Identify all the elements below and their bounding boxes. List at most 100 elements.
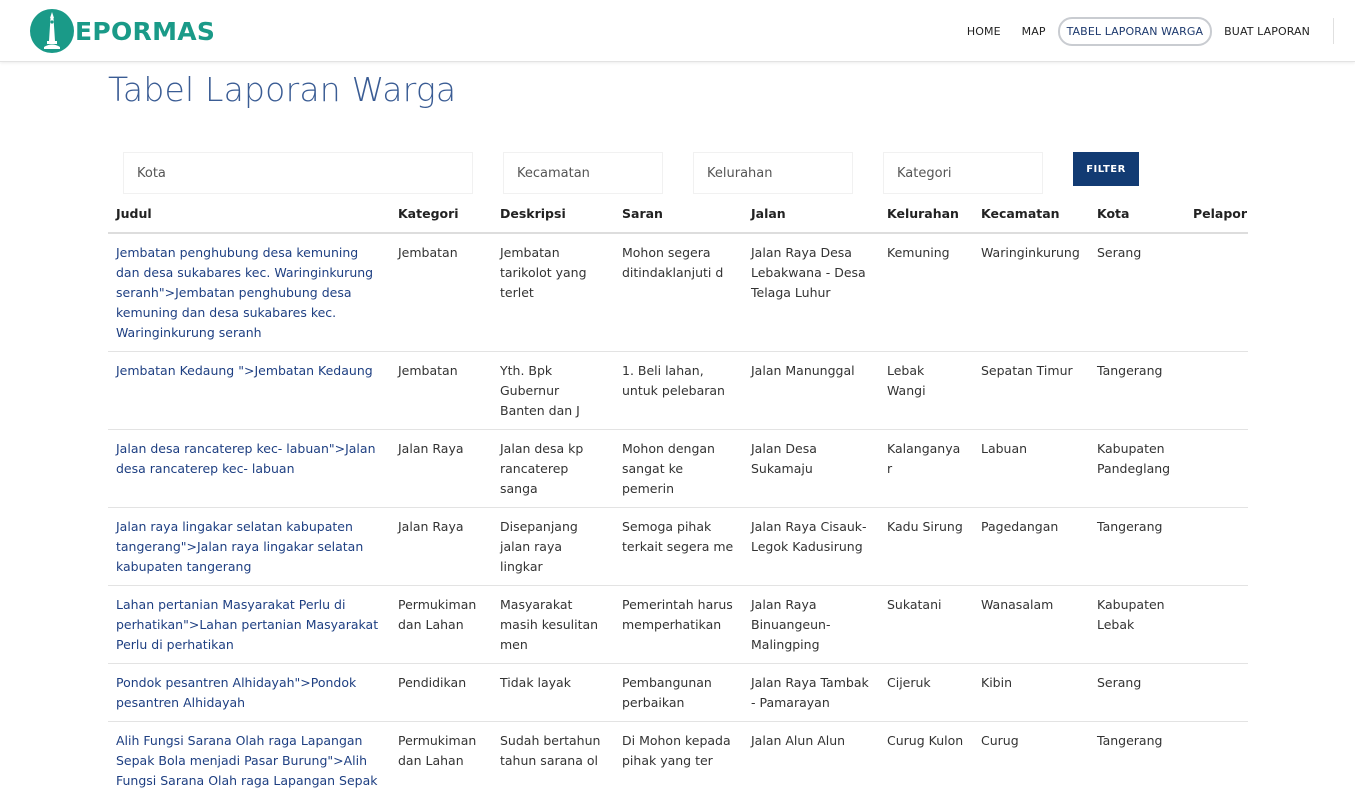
cell-saran: Mohon segera ditindaklanjuti d [614,233,743,352]
header-deskripsi[interactable]: Deskripsi [492,196,614,234]
nav-buat-laporan[interactable]: BUAT LAPORAN [1215,17,1319,46]
header-judul[interactable]: Judul [108,196,390,234]
tower-logo-icon [30,9,74,53]
header-jalan[interactable]: Jalan [743,196,879,234]
cell-kategori: Pendidikan [390,663,492,722]
cell-jalan: Jalan Raya Tambak - Pamarayan [743,663,879,722]
table-row: Pondok pesantren Alhidayah">Pondok pesan… [108,663,1248,722]
cell-kelurahan: Cijeruk [879,663,973,722]
kota-filter-input[interactable] [123,152,473,194]
report-title-link[interactable]: Pondok pesantren Alhidayah">Pondok pesan… [116,675,356,710]
cell-kategori: Jalan Raya [390,507,492,586]
cell-kecamatan: Pagedangan [973,507,1089,586]
cell-kecamatan: Waringinkurung [973,233,1089,352]
header-kelurahan[interactable]: Kelurahan [879,196,973,234]
cell-deskripsi: Tidak layak [492,663,614,722]
kategori-filter-input[interactable] [883,152,1043,194]
cell-kategori: Permukiman dan Lahan [390,585,492,664]
cell-jalan: Jalan Manunggal [743,351,879,430]
cell-saran: Mohon dengan sangat ke pemerin [614,429,743,508]
main-nav: HOME MAP TABEL LAPORAN WARGA BUAT LAPORA… [955,16,1334,46]
cell-kategori: Permukiman dan Lahan [390,721,492,795]
cell-deskripsi: Yth. Bpk Gubernur Banten dan J [492,351,614,430]
cell-kecamatan: Wanasalam [973,585,1089,664]
report-title-link[interactable]: Alih Fungsi Sarana Olah raga Lapangan Se… [116,733,378,795]
report-title-link[interactable]: Lahan pertanian Masyarakat Perlu di perh… [116,597,378,652]
cell-deskripsi: Jalan desa kp rancaterep sanga [492,429,614,508]
report-title-link[interactable]: Jalan raya lingakar selatan kabupaten ta… [116,519,363,574]
cell-pelapor [1185,351,1248,430]
cell-deskripsi: Sudah bertahun tahun sarana ol [492,721,614,795]
cell-kota: Tangerang [1089,507,1185,586]
cell-pelapor [1185,429,1248,508]
report-title-link[interactable]: Jalan desa rancaterep kec- labuan">Jalan… [116,441,376,476]
kelurahan-filter-input[interactable] [693,152,853,194]
cell-kota: Kabupaten Lebak [1089,585,1185,664]
cell-jalan: Jalan Desa Sukamaju [743,429,879,508]
cell-kecamatan: Sepatan Timur [973,351,1089,430]
cell-saran: 1. Beli lahan, untuk pelebaran [614,351,743,430]
cell-jalan: Jalan Raya Desa Lebakwana - Desa Telaga … [743,233,879,352]
cell-jalan: Jalan Alun Alun [743,721,879,795]
table-header-row: Judul Kategori Deskripsi Saran Jalan Kel… [108,196,1248,234]
nav-map[interactable]: MAP [1013,17,1055,46]
table-row: Jembatan penghubung desa kemuning dan de… [108,233,1248,352]
navbar: EPORMAS HOME MAP TABEL LAPORAN WARGA BUA… [0,0,1355,62]
cell-kelurahan: Kemuning [879,233,973,352]
cell-kelurahan: Sukatani [879,585,973,664]
brand-name: EPORMAS [75,16,216,46]
cell-judul: Jalan desa rancaterep kec- labuan">Jalan… [108,429,390,508]
cell-jalan: Jalan Raya Binuangeun-Malingping [743,585,879,664]
cell-kecamatan: Kibin [973,663,1089,722]
header-saran[interactable]: Saran [614,196,743,234]
table-row: Jalan raya lingakar selatan kabupaten ta… [108,507,1248,586]
table-row: Jembatan Kedaung ">Jembatan Kedaung Jemb… [108,351,1248,430]
table-row: Lahan pertanian Masyarakat Perlu di perh… [108,585,1248,664]
cell-saran: Di Mohon kepada pihak yang ter [614,721,743,795]
cell-kota: Tangerang [1089,351,1185,430]
cell-kategori: Jembatan [390,233,492,352]
cell-deskripsi: Disepanjang jalan raya lingkar [492,507,614,586]
cell-kota: Kabupaten Pandeglang [1089,429,1185,508]
cell-kecamatan: Labuan [973,429,1089,508]
cell-kategori: Jalan Raya [390,429,492,508]
cell-judul: Jembatan Kedaung ">Jembatan Kedaung [108,351,390,430]
cell-deskripsi: Jembatan tarikolot yang terlet [492,233,614,352]
report-title-link[interactable]: Jembatan penghubung desa kemuning dan de… [116,245,373,340]
cell-kelurahan: Kadu Sirung [879,507,973,586]
header-kota[interactable]: Kota [1089,196,1185,234]
cell-pelapor [1185,663,1248,722]
cell-saran: Pemerintah harus memperhatikan [614,585,743,664]
page-title: Tabel Laporan Warga [108,70,457,109]
brand[interactable]: EPORMAS [30,8,215,54]
cell-kota: Serang [1089,663,1185,722]
kecamatan-filter-input[interactable] [503,152,663,194]
cell-judul: Alih Fungsi Sarana Olah raga Lapangan Se… [108,721,390,795]
cell-saran: Pembangunan perbaikan [614,663,743,722]
laporan-table: Judul Kategori Deskripsi Saran Jalan Kel… [108,196,1248,795]
header-kategori[interactable]: Kategori [390,196,492,234]
cell-kecamatan: Curug [973,721,1089,795]
cell-judul: Jalan raya lingakar selatan kabupaten ta… [108,507,390,586]
report-title-link[interactable]: Jembatan Kedaung ">Jembatan Kedaung [116,363,373,378]
cell-pelapor [1185,233,1248,352]
cell-kota: Tangerang [1089,721,1185,795]
cell-kelurahan: Kalanganyar [879,429,973,508]
table-row: Jalan desa rancaterep kec- labuan">Jalan… [108,429,1248,508]
cell-pelapor [1185,585,1248,664]
header-pelapor[interactable]: Pelapor [1185,196,1248,234]
cell-saran: Semoga pihak terkait segera me [614,507,743,586]
filter-button[interactable]: FILTER [1073,152,1139,186]
cell-pelapor [1185,721,1248,795]
nav-divider [1333,18,1334,44]
cell-deskripsi: Masyarakat masih kesulitan men [492,585,614,664]
cell-kota: Serang [1089,233,1185,352]
cell-pelapor [1185,507,1248,586]
cell-kelurahan: Curug Kulon [879,721,973,795]
cell-judul: Pondok pesantren Alhidayah">Pondok pesan… [108,663,390,722]
cell-jalan: Jalan Raya Cisauk-Legok Kadusirung [743,507,879,586]
nav-tabel-laporan-warga[interactable]: TABEL LAPORAN WARGA [1057,16,1213,46]
table-row: Alih Fungsi Sarana Olah raga Lapangan Se… [108,721,1248,795]
header-kecamatan[interactable]: Kecamatan [973,196,1089,234]
nav-home[interactable]: HOME [958,17,1010,46]
